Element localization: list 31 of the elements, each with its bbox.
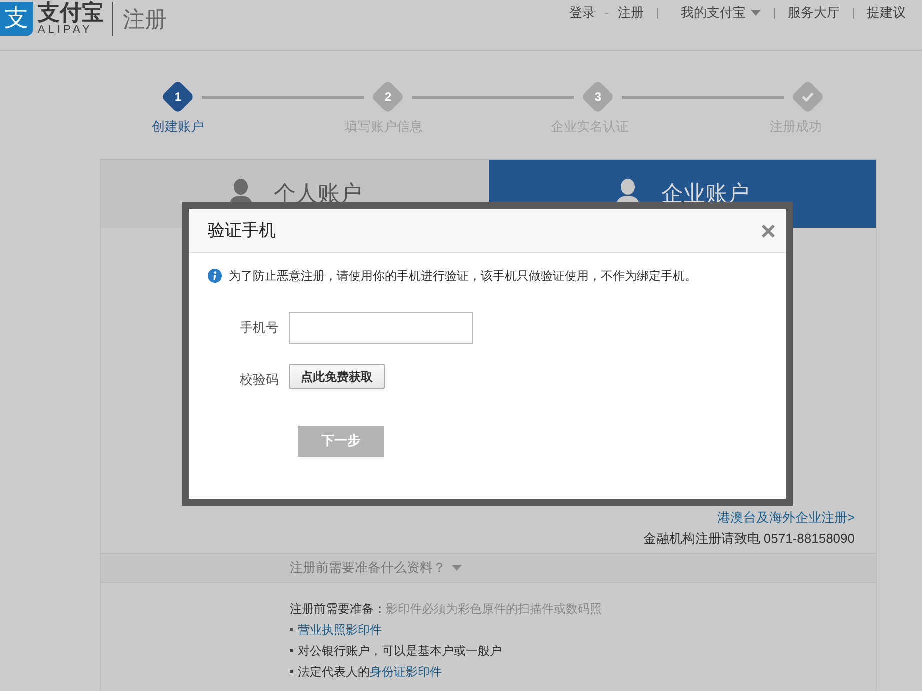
requirement-link[interactable]: 身份证影印件	[370, 662, 442, 682]
separator: -	[604, 4, 609, 22]
requirements-title: 注册前需要准备：	[290, 600, 386, 618]
requirement-text: 对公银行账户，可以是基本户或一般户	[298, 642, 502, 660]
logo-icon: 支	[0, 2, 33, 36]
field-label: 校验码	[239, 371, 280, 389]
requirements-note: 影印件必须为彩色原件的扫描件或数码照	[386, 600, 602, 618]
step-label: 创建账户	[151, 118, 205, 136]
get-code-button[interactable]: 点此免费获取	[289, 364, 385, 390]
overseas-registration-link[interactable]: 港澳台及海外企业注册>	[717, 508, 855, 527]
field-label: 手机号	[239, 319, 280, 338]
login-link[interactable]: 登录	[570, 3, 596, 23]
requirement-link[interactable]: 营业执照影印件	[298, 620, 382, 640]
my-alipay-menu[interactable]: 我的支付宝	[681, 3, 761, 23]
step-marker: 2	[371, 80, 405, 114]
info-icon	[208, 269, 222, 283]
requirement-text: 法定代表人的	[298, 664, 370, 680]
caret-icon	[751, 10, 761, 16]
register-link[interactable]: 注册	[618, 3, 644, 23]
step-marker: 3	[581, 80, 615, 114]
step-marker: 1	[161, 80, 195, 114]
caret-icon	[452, 564, 462, 570]
check-icon	[802, 92, 814, 102]
notice-text: 为了防止恶意注册，请使用你的手机进行验证，该手机只做验证使用，不作为绑定手机。	[229, 268, 697, 285]
phone-input[interactable]	[289, 312, 473, 344]
hotline-text: 金融机构注册请致电 0571-88158090	[643, 530, 855, 548]
logo-name: 支付宝	[38, 2, 104, 24]
feedback-link[interactable]: 提建议	[867, 3, 906, 23]
logo-subtitle: ALIPAY	[38, 25, 94, 36]
page-title: 注册	[123, 6, 167, 34]
service-hall-link[interactable]: 服务大厅	[788, 3, 840, 23]
